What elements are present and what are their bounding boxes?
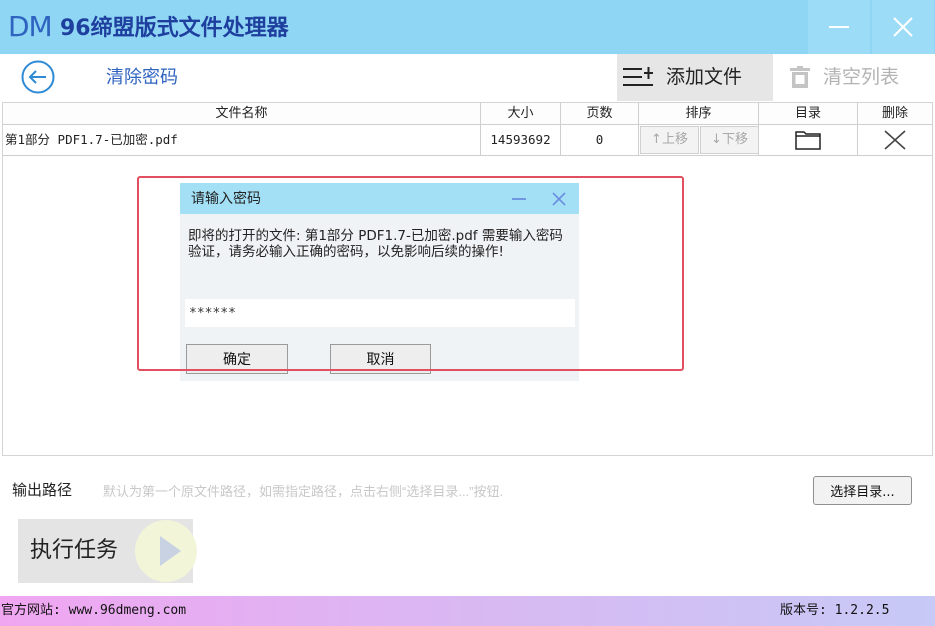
minimize-icon <box>512 197 526 200</box>
add-file-label: 添加文件 <box>666 66 743 88</box>
status-bar: 官方网站: www.96dmeng.com 版本号: 1.2.2.5 <box>0 596 935 626</box>
cancel-button[interactable]: 取消 <box>330 344 431 374</box>
password-dialog: 请输入密码 即将的打开的文件: 第1部分 PDF1.7-已加密.pdf 需要输入… <box>180 183 579 381</box>
clear-list-label: 清空列表 <box>823 66 900 88</box>
file-name-cell: 第1部分 PDF1.7-已加密.pdf <box>3 125 481 155</box>
column-header-directory: 目录 <box>759 103 858 124</box>
table-row[interactable]: 第1部分 PDF1.7-已加密.pdf 14593692 0 ↑上移 ↓下移 <box>3 125 932 156</box>
version-text: 版本号: 1.2.2.5 <box>780 603 890 618</box>
open-directory-button[interactable] <box>759 125 858 155</box>
dialog-title: 请输入密码 <box>191 191 261 207</box>
file-size-cell: 14593692 <box>481 125 561 155</box>
move-up-button[interactable]: ↑上移 <box>640 126 699 154</box>
close-icon <box>893 17 913 37</box>
close-icon <box>552 191 566 206</box>
column-header-size: 大小 <box>481 103 561 124</box>
app-title: 96缔盟版式文件处理器 <box>60 16 289 41</box>
add-list-icon <box>623 67 653 86</box>
close-button[interactable] <box>872 0 934 54</box>
password-input[interactable] <box>185 299 575 327</box>
back-arrow-icon[interactable] <box>21 60 55 94</box>
trash-icon <box>790 66 810 88</box>
minimize-button[interactable] <box>808 0 870 54</box>
delete-row-button[interactable] <box>858 125 932 155</box>
page-count-cell: 0 <box>561 125 639 155</box>
move-down-button[interactable]: ↓下移 <box>700 126 759 154</box>
execute-task-label: 执行任务 <box>30 538 119 563</box>
dialog-minimize-button[interactable] <box>500 183 538 214</box>
dialog-close-button[interactable] <box>540 183 578 214</box>
add-file-button[interactable]: 添加文件 <box>617 54 773 101</box>
column-header-name: 文件名称 <box>3 103 481 124</box>
sort-cell: ↑上移 ↓下移 <box>639 125 759 155</box>
clear-list-button[interactable]: 清空列表 <box>776 54 932 101</box>
dialog-message: 即将的打开的文件: 第1部分 PDF1.7-已加密.pdf 需要输入密码验证，请… <box>188 228 563 260</box>
delete-x-icon <box>884 130 906 150</box>
column-header-sort: 排序 <box>639 103 759 124</box>
website-text: 官方网站: www.96dmeng.com <box>1 603 187 618</box>
confirm-button[interactable]: 确定 <box>186 344 288 374</box>
minimize-icon <box>829 26 849 28</box>
output-path-label: 输出路径 <box>12 481 73 499</box>
output-path-input[interactable] <box>99 477 806 505</box>
dialog-header: 请输入密码 <box>180 183 579 214</box>
choose-directory-button[interactable]: 选择目录... <box>813 476 912 505</box>
play-icon <box>135 520 197 582</box>
page-title: 清除密码 <box>106 67 178 88</box>
column-header-pages: 页数 <box>561 103 639 124</box>
column-header-delete: 删除 <box>881 105 908 121</box>
app-logo: DM <box>8 10 53 43</box>
table-header: 文件名称 大小 页数 排序 目录 删除 <box>3 103 932 125</box>
toolbar: 清除密码 添加文件 清空列表 <box>0 54 935 102</box>
folder-icon <box>795 131 821 150</box>
title-bar: DM 96缔盟版式文件处理器 <box>0 0 935 54</box>
execute-task-button[interactable]: 执行任务 <box>18 519 197 583</box>
